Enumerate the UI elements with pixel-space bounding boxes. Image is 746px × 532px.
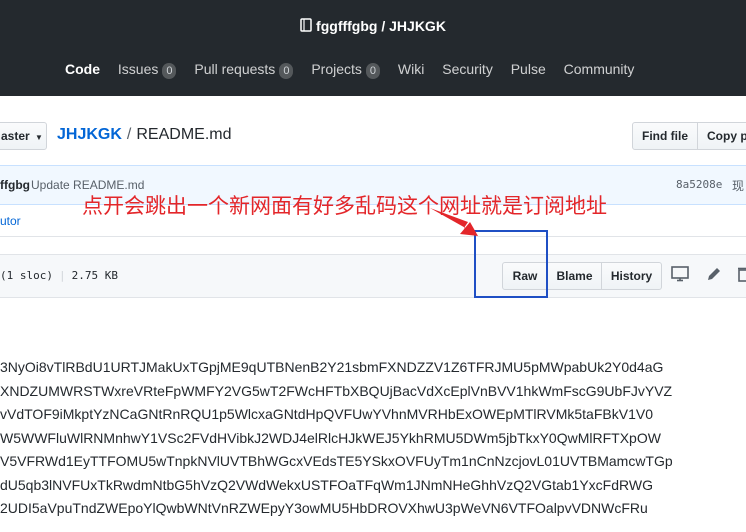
breadcrumb: JHJKGK / README.md [57, 126, 231, 144]
find-file-button[interactable]: Find file [632, 122, 698, 150]
repo-nav: Code Issues 0 Pull requests 0 Projects 0 Wi… [65, 61, 648, 81]
pencil-icon[interactable] [706, 266, 722, 287]
tab-community[interactable]: Community [564, 61, 635, 77]
history-button[interactable]: History [601, 262, 662, 290]
breadcrumb-repo-link[interactable]: JHJKGK [57, 126, 122, 143]
blame-button[interactable]: Blame [547, 262, 602, 290]
desktop-icon[interactable] [671, 266, 689, 287]
caret-down-icon: ▼ [35, 133, 43, 142]
branch-select-button[interactable]: aster ▼ [0, 122, 47, 150]
repo-icon [300, 18, 312, 36]
repo-title: fggfffgbg / JHJKGK [0, 18, 746, 36]
tab-security[interactable]: Security [442, 61, 493, 77]
annotation-arrow-icon [430, 208, 478, 236]
commit-sha[interactable]: 8a5208e [676, 178, 722, 191]
tab-wiki[interactable]: Wiki [398, 61, 424, 77]
file-content: 3NyOi8vTlRBdU1URTJMakUxTGpjME9qUTBNenB2Y… [0, 356, 746, 521]
breadcrumb-file: README.md [136, 126, 232, 143]
content-line: V5VFRWd1EyTTFOMU5wTnpkNVlUVTBhWGcxVEdsTE… [0, 453, 673, 469]
file-info: (1 sloc) | 2.75 KB [0, 269, 118, 282]
projects-count-badge: 0 [365, 63, 381, 79]
trash-icon[interactable] [738, 266, 746, 287]
copy-path-button[interactable]: Copy p [697, 122, 746, 150]
tab-projects[interactable]: Projects 0 [311, 61, 381, 79]
content-line: 3NyOi8vTlRBdU1URTJMakUxTGpjME9qUTBNenB2Y… [0, 359, 664, 375]
tab-code[interactable]: Code [65, 61, 100, 77]
content-line: dU5qb3lNVFUxTkRwdmNtbG5hVzQ2VWdWekxUSTFO… [0, 476, 653, 493]
annotation-text: 点开会跳出一个新网面有好多乱码这个网址就是订阅地址 [82, 194, 607, 218]
file-line-count: (1 sloc) [0, 269, 53, 282]
content-line: XNDZUMWRSTWxreVRteFpWMFY2VG5wT2FWcHFTbXB… [0, 382, 673, 399]
repo-separator: / [381, 18, 386, 34]
commit-time: 现 [732, 179, 745, 193]
issues-count-badge: 0 [162, 63, 177, 79]
commit-author[interactable]: ffgbg [0, 178, 30, 192]
repo-name-link[interactable]: JHJKGK [389, 18, 446, 34]
branch-label: aster [1, 129, 30, 143]
repo-owner-link[interactable]: fggfffgbg [316, 18, 377, 34]
contributors-link[interactable]: utor [0, 214, 21, 228]
tab-issues[interactable]: Issues 0 [118, 61, 177, 79]
raw-highlight-box [474, 230, 548, 298]
content-line: W5WWFluWlRNMnhwY1VSc2FVdHVibkJ2WDJ4elRlc… [0, 429, 661, 446]
pull-requests-count-badge: 0 [279, 63, 294, 79]
tab-pull-requests[interactable]: Pull requests 0 [194, 61, 294, 79]
content-line: 2UDI5aVpuTndZWEpoYlQwbWNtVnRZWEpyY3owMU5… [0, 500, 648, 516]
breadcrumb-separator: / [126, 126, 132, 143]
tab-pulse[interactable]: Pulse [511, 61, 546, 77]
file-size: 2.75 KB [71, 269, 118, 282]
content-line: vVdTOF9iMkptYzNCaGNtRnRQU1p5WlcxaGNtdHpQ… [0, 406, 653, 422]
file-info-divider: | [58, 269, 66, 282]
repo-header: fggfffgbg / JHJKGK Code Issues 0 Pull req… [0, 0, 746, 96]
